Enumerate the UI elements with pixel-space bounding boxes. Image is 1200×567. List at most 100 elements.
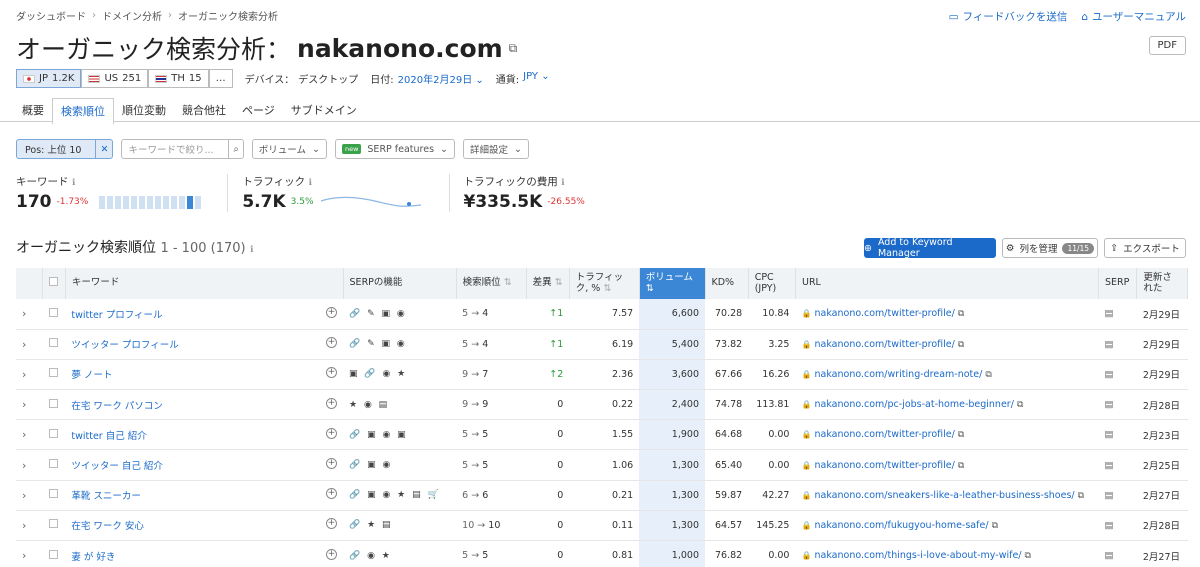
serp-snapshot-icon[interactable]: ▤ (1104, 550, 1113, 561)
date-dropdown[interactable]: 2020年2月29日 ⌄ (398, 71, 484, 86)
info-icon[interactable]: ℹ (72, 178, 75, 188)
col-serp-features[interactable]: SERPの機能 (343, 268, 457, 299)
breadcrumb-item[interactable]: ドメイン分析 (102, 8, 162, 23)
keyword-link[interactable]: 在宅 ワーク 安心 (71, 521, 144, 532)
keyword-search-input[interactable]: キーワードで絞り... (122, 142, 222, 156)
row-checkbox[interactable] (48, 307, 58, 317)
plus-circle-icon[interactable]: + (326, 367, 338, 379)
pdf-button[interactable]: PDF (1148, 36, 1186, 55)
chevron-right-icon[interactable]: › (22, 489, 26, 502)
col-volume[interactable]: ボリューム ⇅ (639, 268, 706, 299)
db-jp-button[interactable]: JP 1.2K (16, 69, 82, 88)
col-position[interactable]: 検索順位 ⇅ (456, 268, 527, 299)
manual-link[interactable]: ⌂ ユーザーマニュアル (1081, 9, 1186, 24)
url-link[interactable]: nakanono.com/fukugyou-home-safe/ (814, 520, 988, 531)
search-icon[interactable]: ⌕ (228, 140, 242, 158)
keyword-link[interactable]: 妻 が 好き (71, 552, 115, 563)
url-link[interactable]: nakanono.com/pc-jobs-at-home-beginner/ (814, 399, 1013, 410)
col-serp[interactable]: SERP (1098, 268, 1138, 299)
keyword-link[interactable]: twitter 自己 紹介 (71, 431, 146, 442)
external-link-icon[interactable]: ⧉ (985, 370, 991, 380)
row-checkbox[interactable] (48, 459, 58, 469)
position-filter[interactable]: Pos: 上位 10 ✕ (16, 139, 114, 159)
plus-circle-icon[interactable]: + (326, 397, 338, 409)
tab-overview[interactable]: 概要 (14, 98, 52, 124)
external-link-icon[interactable]: ⧉ (1078, 491, 1084, 501)
plus-circle-icon[interactable]: + (326, 548, 338, 560)
select-all-checkbox[interactable] (49, 277, 59, 287)
advanced-filter-dropdown[interactable]: 詳細設定 ⌄ (463, 139, 529, 159)
plus-circle-icon[interactable]: + (326, 488, 338, 500)
db-us-button[interactable]: US 251 (81, 69, 149, 88)
keyword-link[interactable]: 革靴 スニーカー (71, 491, 141, 502)
volume-dropdown[interactable]: ボリューム ⌄ (251, 139, 327, 159)
row-checkbox[interactable] (48, 368, 58, 378)
feedback-link[interactable]: ▭ フィードバックを送信 (949, 9, 1068, 24)
serp-snapshot-icon[interactable]: ▤ (1104, 399, 1113, 410)
info-icon[interactable]: ℹ (308, 178, 311, 188)
col-kd[interactable]: KD% (705, 268, 749, 299)
serp-snapshot-icon[interactable]: ▤ (1104, 460, 1113, 471)
chevron-right-icon[interactable]: › (22, 398, 26, 411)
row-checkbox[interactable] (48, 519, 58, 529)
url-link[interactable]: nakanono.com/twitter-profile/ (814, 429, 954, 440)
keyword-link[interactable]: ツイッター 自己 紹介 (71, 461, 163, 472)
tab-pages[interactable]: ページ (234, 98, 283, 124)
tab-positions[interactable]: 検索順位 (52, 98, 114, 125)
breadcrumb-item[interactable]: ダッシュボード (16, 8, 86, 23)
serp-snapshot-icon[interactable]: ▤ (1104, 308, 1113, 319)
external-link-icon[interactable]: ⧉ (958, 461, 964, 471)
plus-circle-icon[interactable]: + (326, 518, 338, 530)
external-link-icon[interactable]: ⧉ (509, 41, 518, 56)
col-keyword[interactable]: キーワード (65, 268, 344, 299)
plus-circle-icon[interactable]: + (326, 306, 338, 318)
keyword-link[interactable]: 在宅 ワーク パソコン (71, 401, 163, 412)
serp-features-dropdown[interactable]: new SERP features ⌄ (334, 139, 456, 159)
row-checkbox[interactable] (48, 549, 58, 559)
info-icon[interactable]: ℹ (250, 245, 253, 255)
export-button[interactable]: ⇪ エクスポート (1104, 238, 1186, 258)
col-diff[interactable]: 差異 ⇅ (526, 268, 570, 299)
url-link[interactable]: nakanono.com/sneakers-like-a-leather-bus… (814, 490, 1074, 501)
plus-circle-icon[interactable]: + (326, 458, 338, 470)
keyword-link[interactable]: twitter プロフィール (71, 310, 162, 321)
close-icon[interactable]: ✕ (95, 140, 112, 158)
chevron-right-icon[interactable]: › (22, 428, 26, 441)
url-link[interactable]: nakanono.com/writing-dream-note/ (814, 369, 982, 380)
chevron-right-icon[interactable]: › (22, 549, 26, 562)
chevron-right-icon[interactable]: › (22, 368, 26, 381)
serp-snapshot-icon[interactable]: ▤ (1104, 429, 1113, 440)
url-link[interactable]: nakanono.com/things-i-love-about-my-wife… (814, 550, 1021, 561)
url-link[interactable]: nakanono.com/twitter-profile/ (814, 308, 954, 319)
tab-subdomains[interactable]: サブドメイン (283, 98, 365, 124)
serp-snapshot-icon[interactable]: ▤ (1104, 339, 1113, 350)
url-link[interactable]: nakanono.com/twitter-profile/ (814, 339, 954, 350)
external-link-icon[interactable]: ⧉ (958, 340, 964, 350)
external-link-icon[interactable]: ⧉ (1025, 551, 1031, 561)
plus-circle-icon[interactable]: + (326, 337, 338, 349)
external-link-icon[interactable]: ⧉ (1017, 400, 1023, 410)
add-to-keyword-manager-button[interactable]: ⊕ Add to Keyword Manager (864, 237, 996, 259)
plus-circle-icon[interactable]: + (326, 427, 338, 439)
serp-snapshot-icon[interactable]: ▤ (1104, 369, 1113, 380)
external-link-icon[interactable]: ⧉ (958, 309, 964, 319)
manage-columns-button[interactable]: ⚙ 列を管理 11/15 (1002, 238, 1098, 258)
keyword-link[interactable]: 夢 ノート (71, 370, 112, 381)
more-databases-button[interactable]: … (208, 69, 233, 88)
row-checkbox[interactable] (48, 428, 58, 438)
col-updated[interactable]: 更新された (1136, 268, 1188, 299)
row-checkbox[interactable] (48, 398, 58, 408)
db-th-button[interactable]: TH 15 (148, 69, 209, 88)
tab-competitors[interactable]: 競合他社 (174, 98, 234, 124)
chevron-right-icon[interactable]: › (22, 459, 26, 472)
tab-position-changes[interactable]: 順位変動 (114, 98, 174, 124)
serp-snapshot-icon[interactable]: ▤ (1104, 520, 1113, 531)
chevron-right-icon[interactable]: › (22, 338, 26, 351)
row-checkbox[interactable] (48, 338, 58, 348)
chevron-right-icon[interactable]: › (22, 519, 26, 532)
col-cpc[interactable]: CPC (JPY) (748, 268, 796, 299)
keyword-link[interactable]: ツイッター プロフィール (71, 340, 178, 351)
external-link-icon[interactable]: ⧉ (958, 430, 964, 440)
info-icon[interactable]: ℹ (561, 178, 564, 188)
row-checkbox[interactable] (48, 489, 58, 499)
